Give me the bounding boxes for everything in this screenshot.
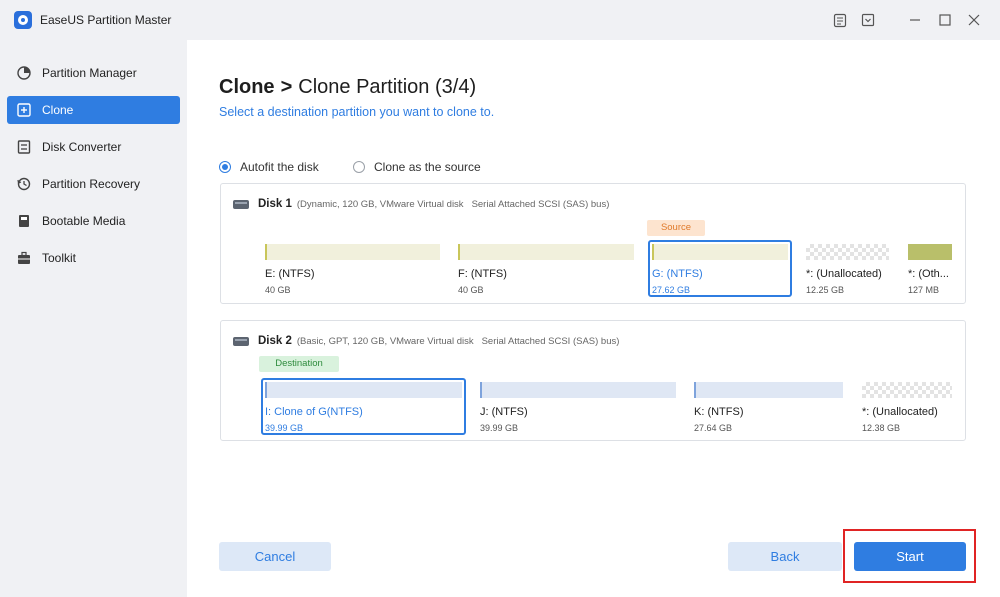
hard-disk-icon (233, 336, 249, 346)
sidebar-item-partition-manager[interactable]: Partition Manager (7, 59, 180, 87)
partition-bar (652, 244, 788, 260)
bootable-media-icon (16, 213, 32, 229)
page-title: Clone > Clone Partition (3/4) (219, 76, 476, 99)
partition-e[interactable]: E: (NTFS) 40 GB (265, 244, 440, 300)
partition-name: G: (NTFS) (652, 268, 703, 280)
disk1-name: Disk 1 (258, 198, 292, 210)
sidebar-item-clone[interactable]: Clone (7, 96, 180, 124)
sidebar-item-label: Partition Manager (42, 66, 137, 80)
disk1-header: Disk 1 (Dynamic, 120 GB, VMware Virtual … (233, 198, 617, 210)
recovery-icon (16, 176, 32, 192)
disk2-name: Disk 2 (258, 335, 292, 347)
clone-as-source-label: Clone as the source (374, 160, 481, 174)
partition-bar (265, 382, 462, 398)
partition-size: 40 GB (458, 285, 484, 295)
disk2-header: Disk 2 (Basic, GPT, 120 GB, VMware Virtu… (233, 335, 627, 347)
cancel-button[interactable]: Cancel (219, 542, 331, 571)
destination-tag: Destination (259, 356, 339, 372)
source-tag: Source (647, 220, 705, 236)
disk1-bus: Serial Attached SCSI (SAS) bus) (471, 198, 610, 210)
pie-chart-icon (16, 65, 32, 81)
partition-name: K: (NTFS) (694, 406, 744, 418)
breadcrumb-separator: > (280, 76, 293, 98)
page-subtitle: Select a destination partition you want … (219, 105, 495, 119)
minimize-icon[interactable] (905, 10, 925, 30)
partition-j[interactable]: J: (NTFS) 39.99 GB (480, 382, 676, 438)
disk-converter-icon (16, 139, 32, 155)
sidebar-item-disk-converter[interactable]: Disk Converter (7, 133, 180, 161)
disk1-details: (Dynamic, 120 GB, VMware Virtual disk (296, 198, 464, 210)
partition-name: F: (NTFS) (458, 268, 507, 280)
partition-unallocated[interactable]: *: (Unallocated) 12.38 GB (862, 382, 952, 438)
sidebar-item-label: Toolkit (42, 251, 77, 265)
sidebar-item-label: Disk Converter (42, 140, 122, 154)
partition-name: *: (Unallocated) (806, 268, 882, 280)
partition-name: I: Clone of G(NTFS) (265, 406, 363, 418)
main-panel: Clone > Clone Partition (3/4) Select a des… (187, 40, 1000, 597)
clone-icon (16, 102, 32, 118)
partition-i[interactable]: I: Clone of G(NTFS) 39.99 GB (265, 382, 462, 438)
notes-icon[interactable] (830, 10, 850, 30)
disk2-panel: Disk 2 (Basic, GPT, 120 GB, VMware Virtu… (220, 320, 966, 441)
disk1-panel: Disk 1 (Dynamic, 120 GB, VMware Virtual … (220, 183, 966, 304)
partition-other[interactable]: *: (Oth... 127 MB (908, 244, 952, 300)
partition-size: 127 MB (908, 285, 940, 295)
sidebar: Partition Manager Clone Disk Converter P… (0, 40, 187, 597)
partition-name: E: (NTFS) (265, 268, 315, 280)
partition-size: 39.99 GB (265, 423, 304, 433)
partition-bar (265, 244, 440, 260)
partition-name: J: (NTFS) (480, 406, 528, 418)
partition-size: 12.38 GB (862, 423, 901, 433)
back-button[interactable]: Back (728, 542, 842, 571)
toolkit-icon (16, 250, 32, 266)
start-button-highlight (843, 529, 976, 583)
hard-disk-icon (233, 199, 249, 209)
sidebar-item-label: Partition Recovery (42, 177, 141, 191)
breadcrumb-root[interactable]: Clone (219, 76, 275, 98)
partition-bar (908, 244, 952, 260)
partition-bar (806, 244, 889, 260)
partition-name: *: (Oth... (908, 268, 949, 280)
sidebar-item-partition-recovery[interactable]: Partition Recovery (7, 170, 180, 198)
partition-k[interactable]: K: (NTFS) 27.64 GB (694, 382, 843, 438)
breadcrumb-current: Clone Partition (3/4) (298, 76, 477, 98)
sidebar-item-label: Clone (42, 103, 74, 117)
partition-name: *: (Unallocated) (862, 406, 938, 418)
sidebar-item-bootable-media[interactable]: Bootable Media (7, 207, 180, 235)
title-bar: EaseUS Partition Master (0, 0, 1000, 40)
disk2-bus: Serial Attached SCSI (SAS) bus) (481, 335, 620, 347)
partition-size: 27.62 GB (652, 285, 691, 295)
sidebar-item-toolkit[interactable]: Toolkit (7, 244, 180, 272)
partition-unallocated[interactable]: *: (Unallocated) 12.25 GB (806, 244, 889, 300)
partition-g[interactable]: G: (NTFS) 27.62 GB (652, 244, 788, 300)
clone-as-source-radio[interactable] (353, 161, 365, 173)
sidebar-item-label: Bootable Media (42, 214, 126, 228)
autofit-option[interactable]: Autofit the disk (219, 160, 319, 174)
autofit-label: Autofit the disk (240, 160, 319, 174)
disk2-details: (Basic, GPT, 120 GB, VMware Virtual disk (296, 335, 474, 347)
partition-size: 27.64 GB (694, 423, 733, 433)
autofit-radio[interactable] (219, 161, 231, 173)
partition-f[interactable]: F: (NTFS) 40 GB (458, 244, 634, 300)
maximize-icon[interactable] (935, 10, 955, 30)
dropdown-icon[interactable] (858, 10, 878, 30)
app-logo-icon (14, 11, 32, 29)
clone-as-source-option[interactable]: Clone as the source (353, 160, 481, 174)
partition-bar (480, 382, 676, 398)
partition-bar (694, 382, 843, 398)
partition-bar (458, 244, 634, 260)
partition-size: 40 GB (265, 285, 291, 295)
app-title: EaseUS Partition Master (40, 13, 172, 27)
close-icon[interactable] (964, 10, 984, 30)
partition-size: 39.99 GB (480, 423, 519, 433)
partition-bar (862, 382, 952, 398)
partition-size: 12.25 GB (806, 285, 845, 295)
